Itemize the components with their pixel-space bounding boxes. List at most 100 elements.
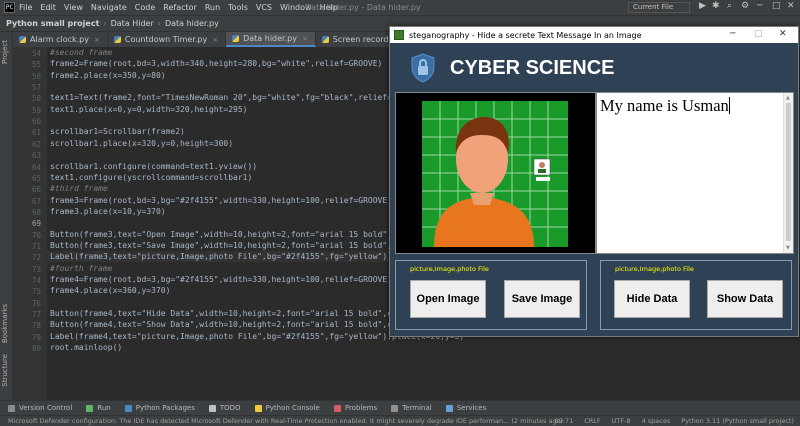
status-indicator[interactable]: 69:71 [554,417,573,425]
menu-item-tools[interactable]: Tools [228,3,248,12]
open-image-button[interactable]: Open Image [410,280,486,318]
menu-item-file[interactable]: File [19,3,32,12]
message-scrollbar[interactable]: ▲ ▼ [783,93,793,253]
save-image-button[interactable]: Save Image [504,280,580,318]
status-message[interactable]: Microsoft Defender configuration: The ID… [8,417,563,425]
tool-window-icon [208,404,216,412]
tab-data-hider-py[interactable]: Data hider.py × [226,32,316,47]
code-line: frame4=Frame(root,bd=3,bg="#2f4155",widt… [50,275,392,284]
minimize-icon[interactable]: ─ [757,1,762,11]
app-minimize-icon[interactable]: ─ [730,29,735,39]
tab-close-icon[interactable]: × [94,36,100,44]
line-number: 70 [31,230,41,240]
settings-icon[interactable]: ⚙ [741,1,749,11]
steganography-window: steganography - Hide a secrete Text Mess… [389,26,799,337]
line-number: 71 [31,241,41,251]
tool-window-icon [391,404,399,412]
lock-shield-logo-icon [411,53,435,83]
app-titlebar: steganography - Hide a secrete Text Mess… [390,27,798,43]
breadcrumb-file[interactable]: Data hider.py [165,19,219,28]
tab-close-icon[interactable]: × [302,35,308,43]
breadcrumb-folder[interactable]: Data Hider [111,19,154,28]
line-number: 55 [31,60,41,70]
tool-window-label: Python Console [265,404,320,412]
scroll-up-icon[interactable]: ▲ [786,95,790,101]
scrollbar-thumb[interactable] [786,103,791,241]
search-icon[interactable]: ⌕ [727,1,732,11]
tab-label: Alarm clock.py [30,35,89,44]
code-line: frame4.place(x=360,y=370) [50,286,171,296]
structure-tool-tab[interactable]: Structure [1,354,9,387]
debug-icon[interactable]: ✱ [712,1,720,11]
line-number: 73 [31,264,41,274]
line-number: 80 [31,344,41,354]
menu-item-code[interactable]: Code [135,3,155,12]
app-close-icon[interactable]: ✕ [779,29,787,39]
line-number: 54 [31,49,41,58]
run-configuration-select[interactable]: Current File [628,2,690,13]
hide-data-button[interactable]: Hide Data [614,280,690,318]
status-indicator[interactable]: 4 spaces [642,417,671,425]
line-number: 63 [31,151,41,161]
tool-window-terminal[interactable]: Terminal [391,404,432,412]
tab-label: Data hider.py [243,34,297,43]
message-text-area[interactable]: My name is Usman ▲ ▼ [596,92,794,254]
ide-window-title: Data hider.py - Data hider.py [305,3,421,12]
main-menu: File Edit View Navigate Code Refactor Run Tools… [19,3,346,12]
python-file-icon [19,36,26,43]
menu-item-refactor[interactable]: Refactor [163,3,197,12]
tool-window-run[interactable]: Run [86,404,111,412]
code-line: root.mainloop() [50,343,123,353]
scroll-down-icon[interactable]: ▼ [786,245,790,251]
line-number: 59 [31,105,41,115]
menu-item-vcs[interactable]: VCS [256,3,272,12]
line-number: 61 [31,128,41,138]
tool-window-services[interactable]: Services [445,404,487,412]
tool-window-python-packages[interactable]: Python Packages [124,404,195,412]
menu-item-navigate[interactable]: Navigate [91,3,127,12]
bookmarks-tool-tab[interactable]: Bookmarks [1,304,9,343]
maximize-icon[interactable]: □ [772,1,781,11]
tool-window-icon [445,404,453,412]
tool-window-label: Run [97,404,111,412]
image-actions-frame: picture,Image,photo File Open Image Save… [395,260,587,330]
breadcrumb-project[interactable]: Python small project [6,19,99,28]
tool-window-label: Terminal [402,404,432,412]
code-line: frame3=Frame(root,bd=3,bg="#2f4155",widt… [50,195,392,205]
python-file-icon [113,36,121,43]
tool-window-todo[interactable]: TODO [208,404,241,412]
text-cursor [728,97,730,114]
code-line: frame3.place(x=10,y=370) [50,206,166,216]
ide-menubar: PC File Edit View Navigate Code Refactor Run To… [0,0,800,15]
line-number: 79 [31,332,41,342]
cover-image [422,101,568,247]
tool-window-label: Version Control [19,404,73,412]
line-number-gutter: 54 55 56 57 58 59 60 61 62 63 64 65 66 67 68 69 70 71 72 73… [13,47,47,400]
tab-alarm-clock-py[interactable]: Alarm clock.py × [13,32,108,47]
code-line: #second frame [50,48,113,57]
close-icon[interactable]: ✕ [787,1,795,11]
tool-window-label: Services [456,404,487,412]
pycharm-logo-icon[interactable]: PC [4,2,15,13]
run-icon[interactable]: ▶ [699,1,706,11]
status-indicator[interactable]: CRLF [584,417,600,425]
app-maximize-icon[interactable]: □ [754,29,763,39]
status-indicator[interactable]: UTF-8 [612,417,631,425]
status-indicator[interactable]: Python 3.11 (Python small project) [681,417,794,425]
tool-window-label: Problems [344,404,378,412]
tool-window-label: Python Packages [135,404,195,412]
code-line: #fourth frame [50,263,113,273]
tool-window-version-control[interactable]: Version Control [8,404,72,412]
menu-item-run[interactable]: Run [205,3,220,12]
tab-close-icon[interactable]: × [212,36,218,44]
menu-item-view[interactable]: View [64,3,83,12]
menu-item-edit[interactable]: Edit [40,3,56,12]
tool-window-problems[interactable]: Problems [333,404,378,412]
line-number: 72 [31,253,41,263]
line-number: 78 [31,321,41,331]
project-tool-tab[interactable]: Project [1,40,9,64]
tool-window-python-console[interactable]: Python Console [254,404,320,412]
tab-countdown-timer-py[interactable]: Countdown Timer.py × [108,32,227,47]
tool-window-icon [86,404,94,412]
show-data-button[interactable]: Show Data [707,280,783,318]
